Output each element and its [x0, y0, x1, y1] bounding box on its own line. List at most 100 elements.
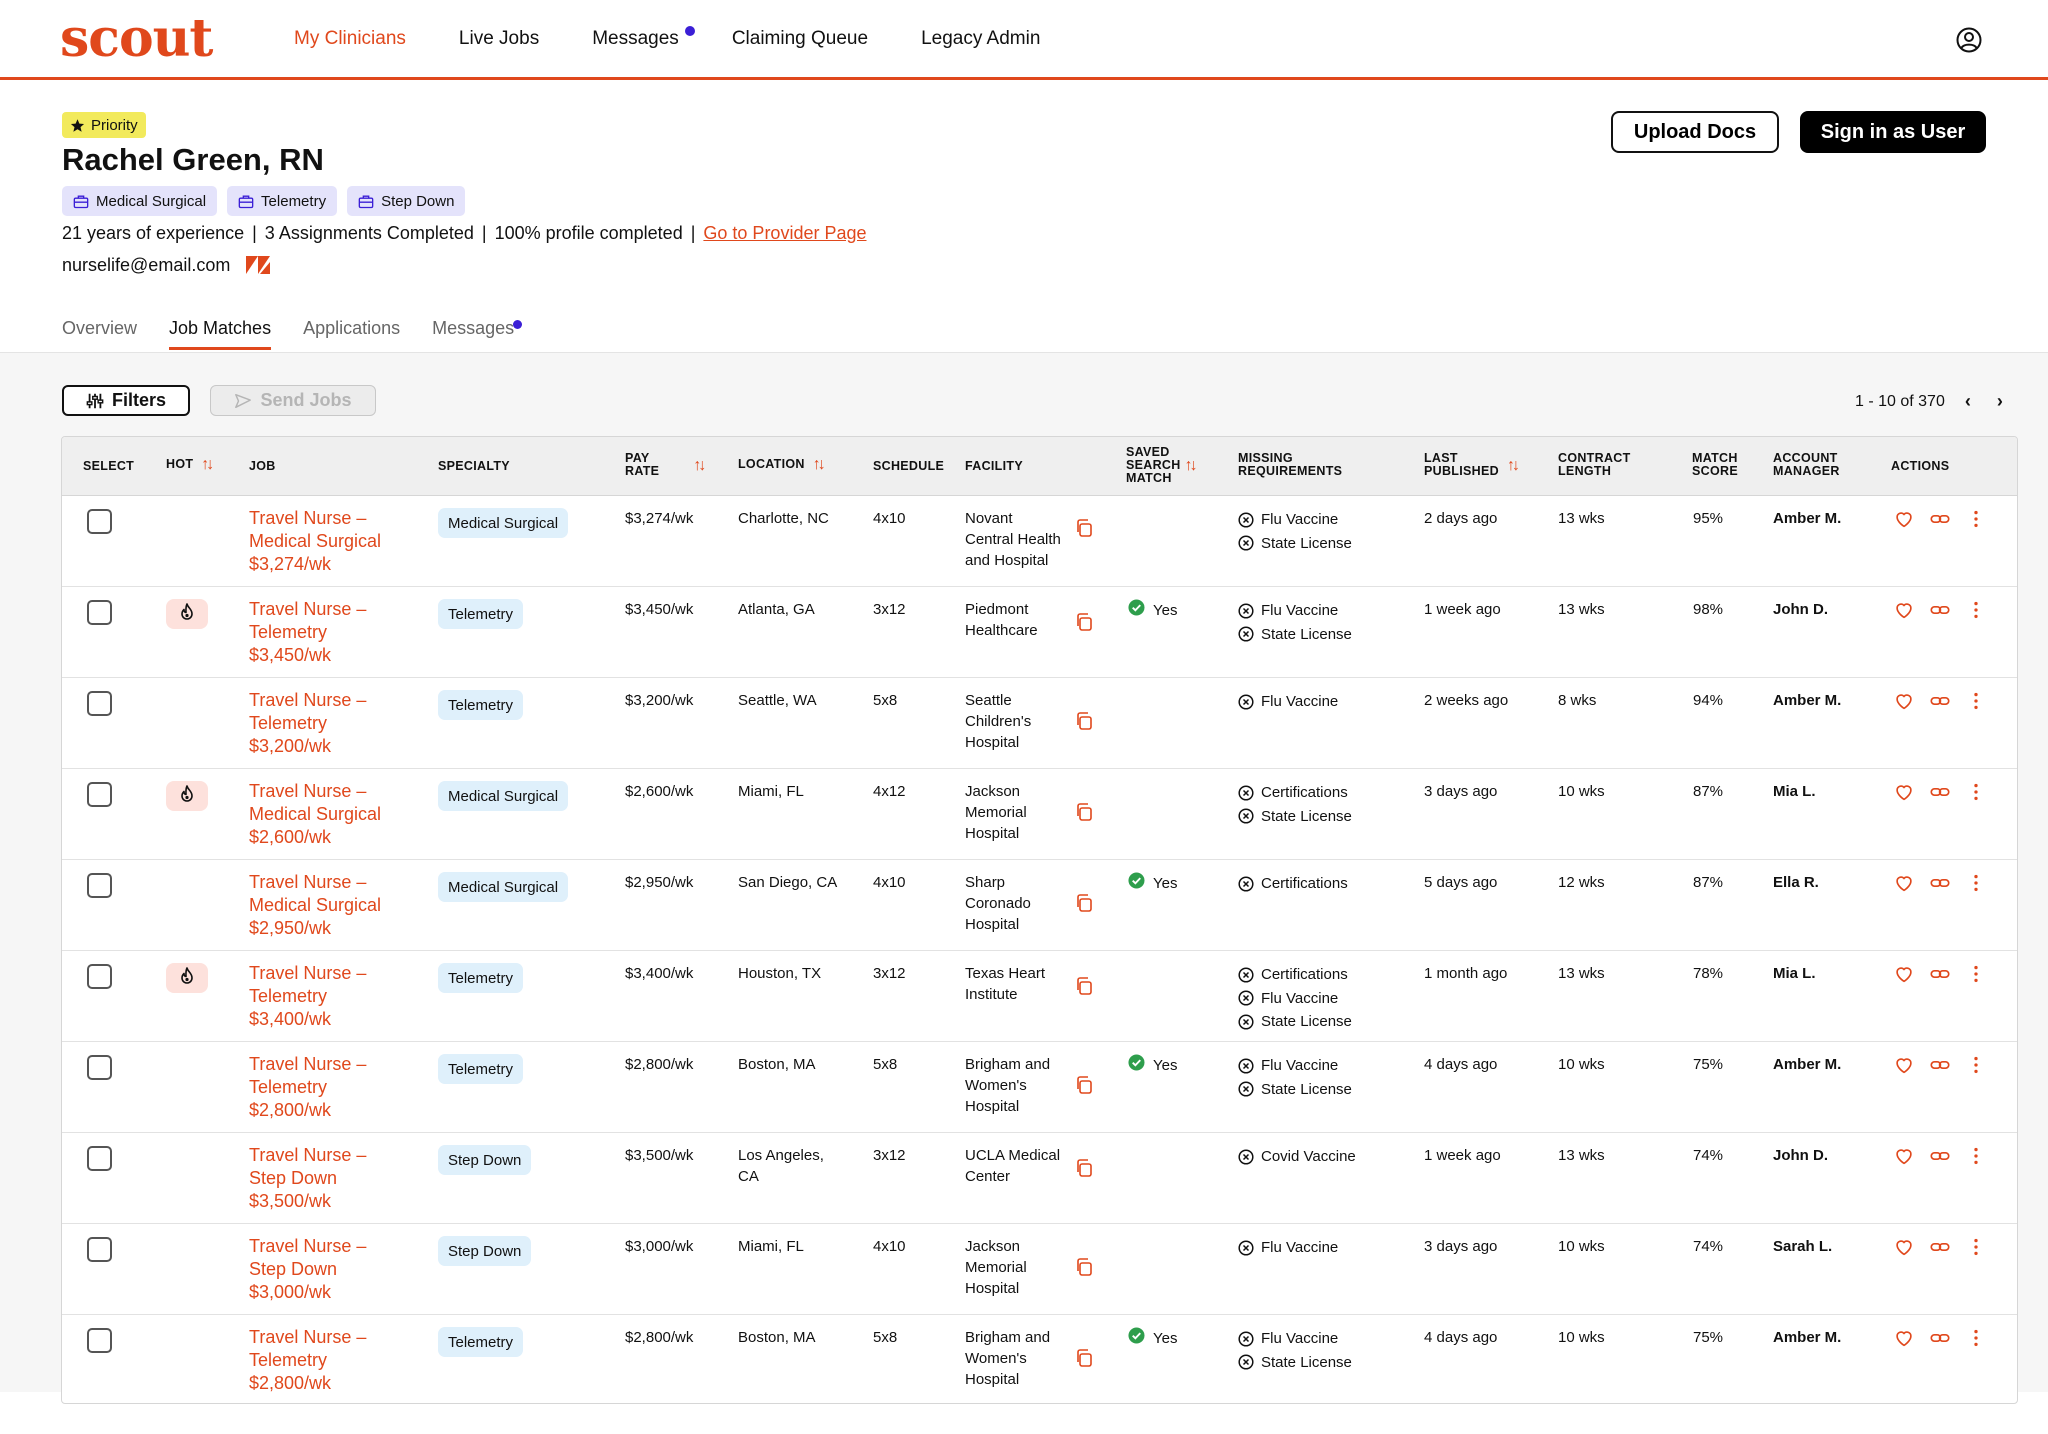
select-checkbox[interactable]: [87, 1328, 112, 1353]
email-row: nurselife@email.com: [62, 254, 272, 276]
job-title-link[interactable]: Travel Nurse – Telemetry $3,450/wk: [249, 598, 409, 667]
link-icon[interactable]: [1929, 781, 1951, 803]
user-account-icon[interactable]: [1956, 27, 1982, 53]
copy-icon[interactable]: [1074, 612, 1094, 632]
send-jobs-button[interactable]: Send Jobs: [210, 385, 376, 416]
text-line: Sharp: [965, 874, 1006, 891]
heart-icon[interactable]: [1893, 690, 1915, 712]
copy-icon[interactable]: [1074, 518, 1094, 538]
col-facility: FACILITY: [965, 460, 1023, 473]
copy-icon[interactable]: [1074, 893, 1094, 913]
link-icon[interactable]: [1929, 872, 1951, 894]
link-icon[interactable]: [1929, 690, 1951, 712]
match-score: 98%: [1693, 601, 1724, 618]
more-vertical-icon[interactable]: [1965, 872, 1987, 894]
job-title-link[interactable]: Travel Nurse – Medical Surgical $3,274/wk: [249, 507, 409, 576]
more-vertical-icon[interactable]: [1965, 599, 1987, 621]
missing-requirement-item: Certifications: [1238, 781, 1352, 805]
col-saved-search-match[interactable]: SAVED SEARCH MATCH ↑↓: [1126, 446, 1198, 485]
nav-live-jobs[interactable]: Live Jobs: [459, 28, 539, 50]
link-icon[interactable]: [1929, 1145, 1951, 1167]
select-checkbox[interactable]: [87, 1146, 112, 1171]
heart-icon[interactable]: [1893, 963, 1915, 985]
heart-icon[interactable]: [1893, 508, 1915, 530]
heart-icon[interactable]: [1893, 599, 1915, 621]
chevron-right-icon[interactable]: ›: [1991, 391, 2009, 412]
select-checkbox[interactable]: [87, 873, 112, 898]
heart-icon[interactable]: [1893, 1054, 1915, 1076]
chevron-left-icon[interactable]: ‹: [1959, 391, 1977, 412]
heart-icon[interactable]: [1893, 781, 1915, 803]
tab-overview[interactable]: Overview: [62, 318, 137, 350]
x-circle-icon: [1238, 1058, 1254, 1074]
job-title-link[interactable]: Travel Nurse – Telemetry $3,200/wk: [249, 689, 409, 758]
col-select: SELECT: [83, 460, 134, 473]
select-checkbox[interactable]: [87, 1055, 112, 1080]
job-title-link[interactable]: Travel Nurse – Medical Surgical $2,600/wk: [249, 780, 409, 849]
col-pay-rate[interactable]: PAY RATE ↑↓: [625, 452, 706, 478]
more-vertical-icon[interactable]: [1965, 508, 1987, 530]
link-icon[interactable]: [1929, 508, 1951, 530]
nav-legacy-admin[interactable]: Legacy Admin: [921, 28, 1040, 50]
more-vertical-icon[interactable]: [1965, 963, 1987, 985]
scout-logo[interactable]: scout: [60, 8, 213, 69]
tab-job-matches[interactable]: Job Matches: [169, 318, 272, 350]
col-last-published[interactable]: LAST PUBLISHED ↑↓: [1424, 452, 1520, 478]
job-title-link[interactable]: Travel Nurse – Telemetry $3,400/wk: [249, 962, 409, 1031]
saved-search-match: Yes: [1128, 1054, 1177, 1077]
select-checkbox[interactable]: [87, 509, 112, 534]
sort-icon[interactable]: ↑↓: [693, 457, 706, 473]
copy-icon[interactable]: [1074, 976, 1094, 996]
copy-icon[interactable]: [1074, 1158, 1094, 1178]
last-published: 1 month ago: [1424, 965, 1508, 982]
sign-in-as-user-button[interactable]: Sign in as User: [1800, 111, 1986, 153]
job-title-link[interactable]: Travel Nurse – Step Down $3,500/wk: [249, 1144, 409, 1213]
copy-icon[interactable]: [1074, 802, 1094, 822]
col-location[interactable]: LOCATION ↑↓: [738, 457, 826, 473]
more-vertical-icon[interactable]: [1965, 1054, 1987, 1076]
copy-icon[interactable]: [1074, 711, 1094, 731]
provider-page-link[interactable]: Go to Provider Page: [703, 223, 866, 243]
link-icon[interactable]: [1929, 1236, 1951, 1258]
nav-messages[interactable]: Messages: [592, 26, 695, 50]
heart-icon[interactable]: [1893, 1236, 1915, 1258]
more-vertical-icon[interactable]: [1965, 690, 1987, 712]
nav-claiming-queue[interactable]: Claiming Queue: [732, 28, 868, 50]
x-circle-icon: [1238, 808, 1254, 824]
select-checkbox[interactable]: [87, 782, 112, 807]
select-checkbox[interactable]: [87, 600, 112, 625]
select-checkbox[interactable]: [87, 964, 112, 989]
text-line: Central Health: [965, 531, 1061, 548]
select-checkbox[interactable]: [87, 691, 112, 716]
link-icon[interactable]: [1929, 599, 1951, 621]
nav-my-clinicians[interactable]: My Clinicians: [294, 28, 406, 50]
job-title-link[interactable]: Travel Nurse – Telemetry $2,800/wk: [249, 1326, 409, 1395]
more-vertical-icon[interactable]: [1965, 1327, 1987, 1349]
more-vertical-icon[interactable]: [1965, 1145, 1987, 1167]
more-vertical-icon[interactable]: [1965, 1236, 1987, 1258]
tab-messages[interactable]: Messages: [432, 318, 523, 350]
more-vertical-icon[interactable]: [1965, 781, 1987, 803]
sort-icon[interactable]: ↑↓: [1185, 458, 1198, 474]
zendesk-icon[interactable]: [244, 254, 272, 276]
heart-icon[interactable]: [1893, 1327, 1915, 1349]
job-title-link[interactable]: Travel Nurse – Step Down $3,000/wk: [249, 1235, 409, 1304]
job-title-link[interactable]: Travel Nurse – Medical Surgical $2,950/wk: [249, 871, 409, 940]
sort-icon[interactable]: ↑↓: [201, 457, 214, 473]
copy-icon[interactable]: [1074, 1075, 1094, 1095]
heart-icon[interactable]: [1893, 872, 1915, 894]
link-icon[interactable]: [1929, 1327, 1951, 1349]
filters-button[interactable]: Filters: [62, 385, 190, 416]
link-icon[interactable]: [1929, 1054, 1951, 1076]
heart-icon[interactable]: [1893, 1145, 1915, 1167]
job-title-link[interactable]: Travel Nurse – Telemetry $2,800/wk: [249, 1053, 409, 1122]
link-icon[interactable]: [1929, 963, 1951, 985]
copy-icon[interactable]: [1074, 1257, 1094, 1277]
sort-icon[interactable]: ↑↓: [1507, 457, 1520, 473]
copy-icon[interactable]: [1074, 1348, 1094, 1368]
col-hot[interactable]: HOT ↑↓: [166, 457, 214, 473]
tab-applications[interactable]: Applications: [303, 318, 400, 350]
select-checkbox[interactable]: [87, 1237, 112, 1262]
sort-icon[interactable]: ↑↓: [813, 457, 826, 473]
upload-docs-button[interactable]: Upload Docs: [1611, 111, 1779, 153]
